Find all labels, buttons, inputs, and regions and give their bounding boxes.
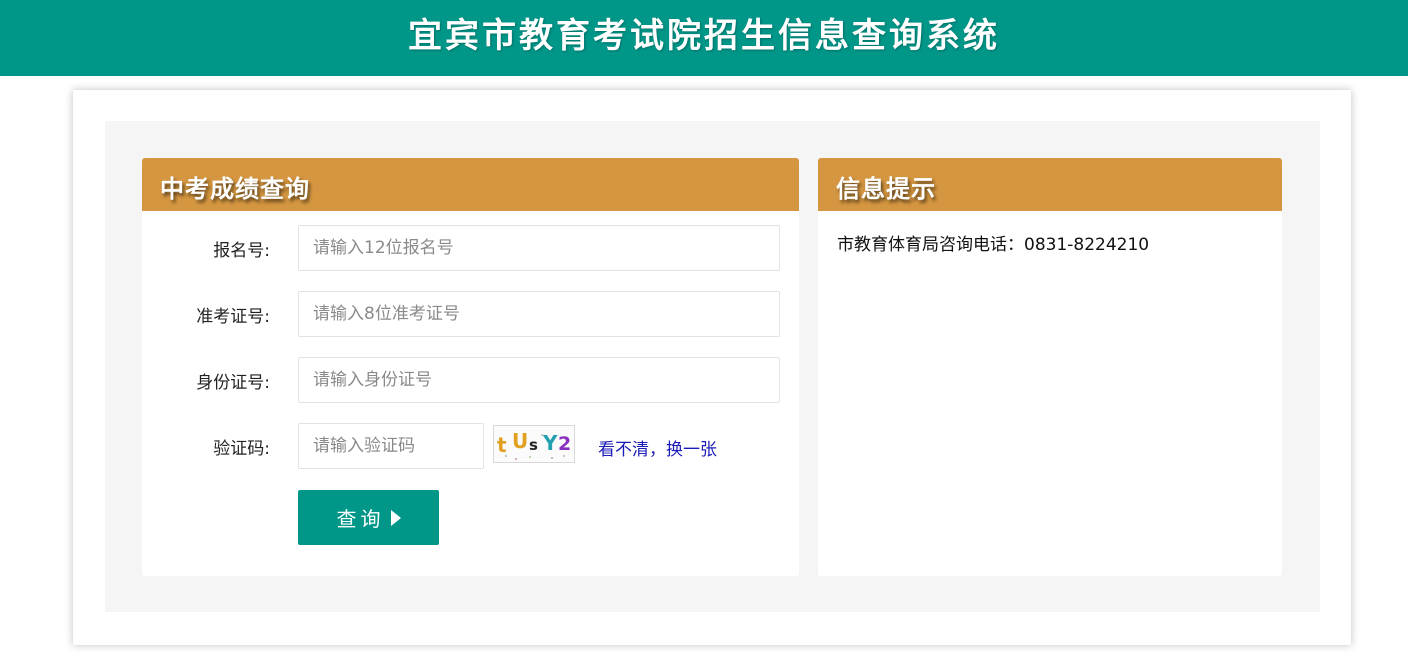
captcha-char: s: [529, 436, 538, 454]
info-panel-header: 信息提示: [818, 158, 1282, 211]
admission-ticket-row: 准考证号:: [142, 291, 780, 337]
query-button-label: 查询: [336, 507, 385, 531]
site-header: 宜宾市教育考试院招生信息查询系统: [0, 0, 1408, 76]
query-button[interactable]: 查询: [298, 490, 439, 545]
captcha-row: 验证码: t U s Y 2: [142, 423, 799, 469]
captcha-graphic: t U s Y 2: [497, 429, 571, 460]
captcha-char: Y: [542, 431, 558, 455]
admission-ticket-label: 准考证号:: [196, 306, 270, 327]
info-panel: 信息提示 市教育体育局咨询电话：0831-8224210: [818, 158, 1282, 576]
info-panel-title: 信息提示: [836, 175, 936, 203]
caret-right-icon: [390, 509, 401, 526]
refresh-captcha-link[interactable]: 看不清，换一张: [598, 435, 717, 460]
content-area: 中考成绩查询 报名号: 准考证号: 身份证号: 验证码:: [105, 121, 1320, 612]
id-number-label: 身份证号:: [196, 372, 270, 393]
registration-number-row: 报名号:: [142, 225, 780, 271]
score-query-panel-title: 中考成绩查询: [160, 175, 310, 203]
score-query-panel: 中考成绩查询 报名号: 准考证号: 身份证号: 验证码:: [142, 158, 799, 576]
id-number-row: 身份证号:: [142, 357, 780, 403]
main-card: 中考成绩查询 报名号: 准考证号: 身份证号: 验证码:: [73, 90, 1351, 645]
score-query-panel-header: 中考成绩查询: [142, 158, 799, 211]
captcha-char: t: [497, 433, 507, 457]
id-number-input[interactable]: [298, 357, 780, 403]
admission-ticket-input[interactable]: [298, 291, 780, 337]
captcha-image[interactable]: t U s Y 2: [493, 425, 575, 463]
captcha-char: U: [512, 429, 528, 453]
captcha-input[interactable]: [298, 423, 484, 469]
contact-phone-text: 市教育体育局咨询电话：0831-8224210: [837, 235, 1150, 255]
captcha-char: 2: [558, 433, 571, 455]
registration-number-input[interactable]: [298, 225, 780, 271]
registration-number-label: 报名号:: [213, 240, 270, 261]
captcha-label: 验证码:: [213, 438, 270, 459]
site-title: 宜宾市教育考试院招生信息查询系统: [408, 15, 1000, 56]
